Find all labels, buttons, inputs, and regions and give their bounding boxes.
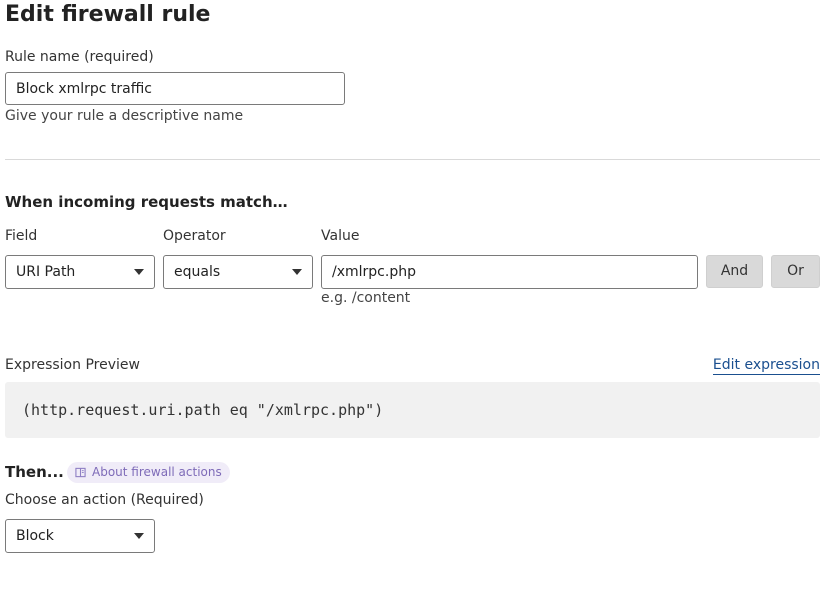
- chevron-down-icon: [134, 269, 144, 275]
- chevron-down-icon: [292, 269, 302, 275]
- then-heading: Then...: [5, 463, 64, 481]
- operator-label: Operator: [163, 228, 226, 244]
- expression-preview: (http.request.uri.path eq "/xmlrpc.php"): [5, 382, 820, 438]
- action-label: Choose an action (Required): [5, 492, 204, 508]
- rule-name-label: Rule name (required): [5, 49, 154, 65]
- value-help: e.g. /content: [321, 290, 411, 306]
- expression-text: (http.request.uri.path eq "/xmlrpc.php"): [22, 401, 384, 419]
- section-divider: [5, 159, 820, 160]
- rule-name-input[interactable]: [5, 72, 345, 105]
- field-label: Field: [5, 228, 38, 244]
- field-select-value: URI Path: [16, 264, 76, 280]
- operator-select-value: equals: [174, 264, 221, 280]
- expression-preview-label: Expression Preview: [5, 357, 140, 373]
- edit-expression-link[interactable]: Edit expression: [712, 356, 820, 375]
- page-title: Edit firewall rule: [5, 2, 211, 27]
- value-input[interactable]: [321, 255, 698, 289]
- chevron-down-icon: [134, 533, 144, 539]
- action-select[interactable]: Block: [5, 519, 155, 553]
- action-select-value: Block: [16, 528, 54, 544]
- about-firewall-actions-link[interactable]: About firewall actions: [67, 462, 230, 483]
- match-heading: When incoming requests match…: [5, 193, 288, 211]
- about-firewall-actions-label: About firewall actions: [92, 465, 222, 479]
- book-icon: [75, 467, 86, 478]
- rule-name-help: Give your rule a descriptive name: [5, 108, 244, 124]
- operator-select[interactable]: equals: [163, 255, 313, 289]
- value-label: Value: [321, 228, 360, 244]
- field-select[interactable]: URI Path: [5, 255, 155, 289]
- or-button[interactable]: Or: [771, 255, 820, 288]
- and-button[interactable]: And: [706, 255, 763, 288]
